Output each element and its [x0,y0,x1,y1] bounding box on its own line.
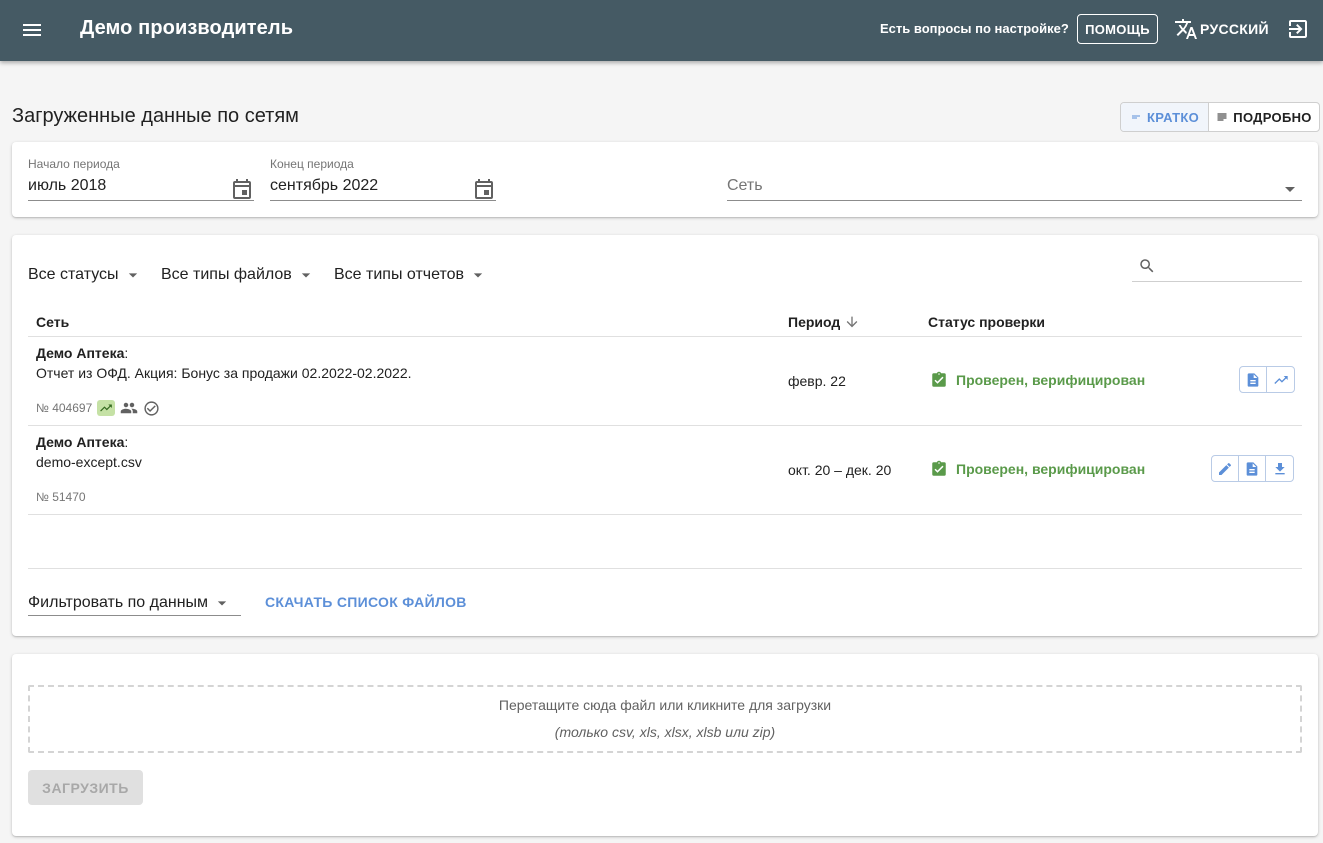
top-app-bar: Демо производитель Есть вопросы по настр… [0,0,1323,61]
row-status: Проверен, верифицирован [930,371,1145,389]
column-header-period-label: Период [788,314,841,330]
menu-icon[interactable] [20,18,44,42]
pencil-icon [1217,461,1233,477]
row-status-label: Проверен, верифицирован [956,461,1146,477]
column-header-status[interactable]: Статус проверки [928,314,1045,330]
view-document-button[interactable] [1239,456,1266,481]
report-type-filter-dropdown[interactable]: Все типы отчетов [334,265,488,285]
file-dropzone[interactable]: Перетащите сюда файл или кликните для за… [28,685,1302,753]
dropdown-arrow-icon [296,265,316,285]
dropzone-text: Перетащите сюда файл или кликните для за… [498,697,832,713]
period-end-underline [270,200,496,201]
uploads-table-card: Все статусы Все типы файлов Все типы отч… [12,235,1318,636]
view-long-button[interactable]: ПОДРОБНО [1209,103,1319,131]
translate-icon [1174,17,1198,41]
file-type-filter-dropdown[interactable]: Все типы файлов [161,265,316,285]
file-type-filter-label: Все типы файлов [161,266,292,283]
download-file-list-link[interactable]: СКАЧАТЬ СПИСОК ФАЙЛОВ [265,594,467,610]
search-input[interactable] [1132,281,1302,282]
dropdown-arrow-icon [1278,177,1302,201]
row-actions [1239,366,1295,393]
calendar-icon[interactable] [230,177,254,201]
language-label: РУССКИЙ [1200,21,1269,37]
row-file-number: № 51470 [36,490,86,504]
upload-button[interactable]: ЗАГРУЗИТЬ [28,770,143,805]
row-file-number: № 404697 [36,401,93,415]
row-file-meta: № 404697 [36,399,160,417]
column-header-network[interactable]: Сеть [36,314,69,330]
row-divider [28,514,1302,515]
document-icon [1244,461,1260,477]
row-status: Проверен, верифицирован [930,460,1145,478]
view-long-label: ПОДРОБНО [1233,109,1312,125]
network-select[interactable]: Сеть [727,157,1302,201]
sort-arrow-down-icon [844,314,860,330]
period-end-value: сентябрь 2022 [270,177,379,194]
app-title: Демо производитель [80,17,294,39]
row-divider [28,425,1302,426]
table-footer-divider [28,568,1302,569]
page-title: Загруженные данные по сетям [12,105,299,127]
status-filter-label: Все статусы [28,266,119,283]
row-file-name: Отчет из ОФД. Акция: Бонус за продажи 02… [36,365,412,381]
period-end-label: Конец периода [270,157,354,171]
row-actions [1211,455,1294,482]
search-icon[interactable] [1138,257,1156,275]
help-button[interactable]: ПОМОЩЬ [1077,14,1158,44]
column-header-period[interactable]: Период [788,314,860,330]
period-start-underline [28,200,254,201]
report-type-filter-label: Все типы отчетов [334,266,465,283]
logout-icon[interactable] [1286,17,1310,41]
row-file-meta: № 51470 [36,490,86,504]
document-icon [1245,372,1261,388]
download-icon [1272,461,1288,477]
assignment-check-icon [930,460,948,478]
period-start-label: Начало периода [28,157,120,171]
row-network-name: Демо Аптека [36,434,125,450]
row-network-name: Демо Аптека [36,345,125,361]
filter-by-data-label: Фильтровать по данным [28,593,209,611]
trending-up-icon [97,400,116,416]
calendar-icon[interactable] [472,177,496,201]
row-file-name: demo-except.csv [36,454,142,470]
period-start-field[interactable]: Начало периода июль 2018 [28,157,254,201]
status-filter-dropdown[interactable]: Все статусы [28,265,143,285]
upload-card: Перетащите сюда файл или кликните для за… [12,654,1318,836]
long-text-icon [1216,111,1228,123]
row-network: Демо Аптека: [36,345,129,361]
row-status-label: Проверен, верифицирован [956,372,1146,388]
people-icon [120,399,138,417]
view-chart-button[interactable] [1267,367,1294,392]
header-divider [28,336,1302,337]
view-document-button[interactable] [1240,367,1267,392]
view-toggle: КРАТКО ПОДРОБНО [1120,102,1320,132]
edit-button[interactable] [1212,456,1239,481]
language-selector[interactable]: РУССКИЙ [1174,16,1269,42]
view-short-button[interactable]: КРАТКО [1121,103,1209,131]
period-end-field[interactable]: Конец периода сентябрь 2022 [270,157,496,201]
row-network: Демо Аптека: [36,434,129,450]
help-question-text: Есть вопросы по настройке? [880,21,1069,36]
dropzone-formats: (только csv, xls, xlsx, xlsb или zip) [554,724,776,740]
row-period: окт. 20 – дек. 20 [788,462,892,478]
check-circle-icon [143,400,160,417]
filter-by-data-dropdown[interactable]: Фильтровать по данным [28,590,241,616]
period-start-value: июль 2018 [28,177,107,194]
short-text-icon [1130,111,1142,123]
row-period: февр. 22 [788,373,846,389]
network-placeholder: Сеть [727,177,763,194]
period-filter-card: Начало периода июль 2018 Конец периода с… [12,142,1318,217]
dropdown-arrow-icon [123,265,143,285]
view-short-label: КРАТКО [1147,109,1199,125]
trending-up-icon [1273,372,1289,388]
download-button[interactable] [1266,456,1293,481]
dropdown-arrow-icon [468,265,488,285]
network-underline [727,200,1302,201]
assignment-check-icon [930,371,948,389]
dropdown-arrow-icon [212,593,232,613]
